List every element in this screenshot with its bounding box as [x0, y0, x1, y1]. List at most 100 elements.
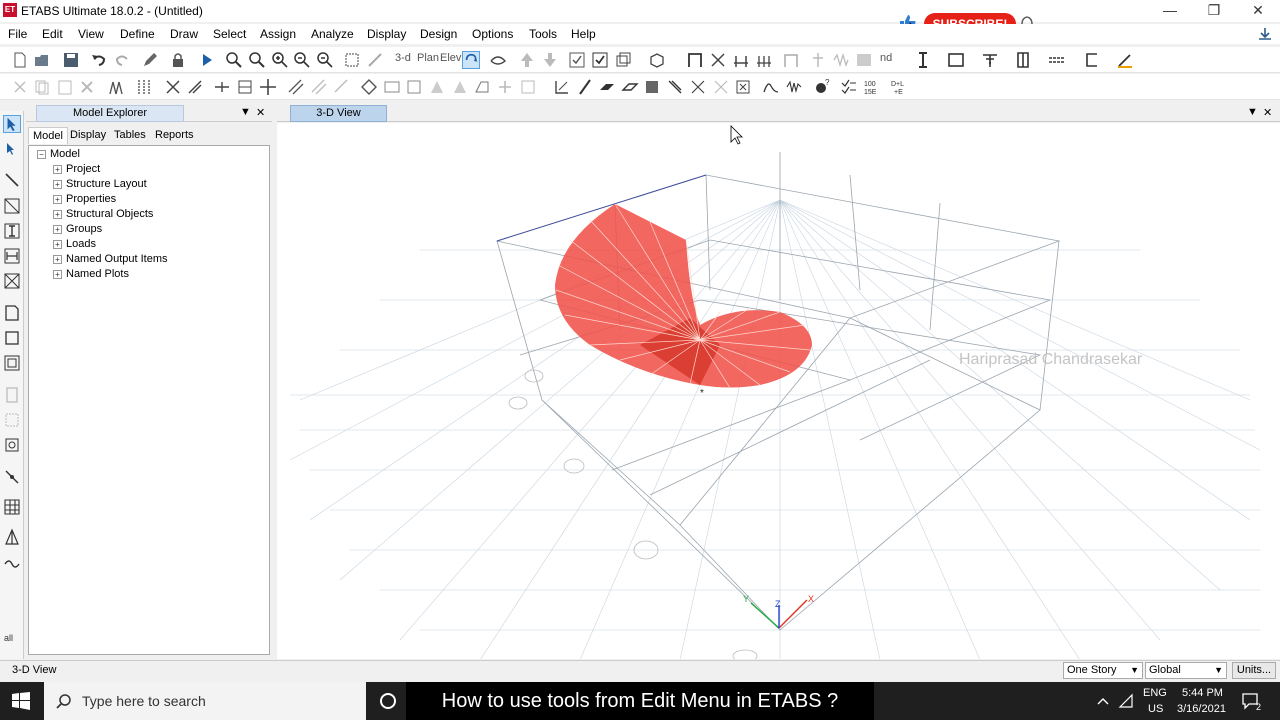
expand-icon[interactable]: +	[53, 209, 62, 219]
draw-wall-left-icon[interactable]	[3, 386, 21, 404]
extrude-areas-icon[interactable]	[333, 78, 351, 96]
expand-icon[interactable]: +	[53, 194, 62, 204]
draw-frame-left-icon[interactable]	[3, 197, 21, 215]
model-canvas[interactable]: * Y X Z	[277, 123, 1280, 659]
expand-area-icon[interactable]	[405, 78, 423, 96]
draw-rect-floor-icon[interactable]	[3, 329, 21, 347]
assign-brace-icon[interactable]	[666, 78, 684, 96]
draw-spring-icon[interactable]	[832, 51, 850, 69]
zoom-in-icon[interactable]	[271, 51, 289, 69]
tree-root-model[interactable]: − Model	[37, 148, 80, 160]
copy-icon[interactable]	[33, 78, 51, 96]
design-plus-icon[interactable]: D+L+E	[890, 78, 908, 96]
draw-column-icon[interactable]	[914, 51, 932, 69]
menu-assign[interactable]: Assign	[260, 27, 296, 41]
new-model-icon[interactable]	[11, 51, 29, 69]
language-top[interactable]: ENG	[1143, 687, 1167, 699]
add-point-icon[interactable]	[496, 78, 514, 96]
menu-view[interactable]: View	[78, 27, 104, 41]
move-icon[interactable]	[259, 78, 277, 96]
set-display-icon[interactable]	[568, 51, 586, 69]
draw-link-icon[interactable]	[809, 51, 827, 69]
menu-file[interactable]: File	[8, 27, 27, 41]
join-frames-icon[interactable]	[186, 78, 204, 96]
draw-beam-icon[interactable]	[732, 51, 750, 69]
time-history-icon[interactable]	[785, 78, 803, 96]
minimize-button[interactable]: —	[1148, 0, 1192, 22]
extrude-frames-icon[interactable]	[310, 78, 328, 96]
draw-link-left-icon[interactable]	[3, 468, 21, 486]
view-pin-icon[interactable]: ▼	[1247, 106, 1258, 118]
paste-icon[interactable]	[56, 78, 74, 96]
zoom-window-icon[interactable]	[225, 51, 243, 69]
tree-item-loads[interactable]: + Loads	[53, 238, 96, 250]
divide-frames-icon[interactable]	[164, 78, 182, 96]
tray-chevron-up-icon[interactable]	[1096, 695, 1110, 707]
draw-opening-icon[interactable]	[981, 51, 999, 69]
tab-reports[interactable]: Reports	[151, 127, 198, 144]
show-checkbox-icon[interactable]	[591, 51, 609, 69]
extrude-points-icon[interactable]	[287, 78, 305, 96]
lock-icon[interactable]	[169, 51, 187, 69]
delete-icon[interactable]	[78, 78, 96, 96]
save-icon[interactable]	[62, 51, 80, 69]
tree-item-properties[interactable]: + Properties	[53, 193, 116, 205]
draw-grid-icon[interactable]	[3, 498, 21, 516]
menu-analyze[interactable]: Analyze	[311, 27, 354, 41]
assign-section-icon[interactable]	[553, 78, 571, 96]
perspective-icon[interactable]	[489, 51, 507, 69]
tab-display[interactable]: Display	[66, 127, 110, 144]
draw-frame-icon[interactable]	[686, 51, 704, 69]
move-down-icon[interactable]	[541, 51, 559, 69]
language-bottom[interactable]: US	[1148, 703, 1163, 715]
menu-define[interactable]: Define	[120, 27, 155, 41]
draw-floor-left-icon[interactable]	[3, 304, 21, 322]
expand-icon[interactable]: +	[53, 224, 62, 234]
draw-beam-left-icon[interactable]	[3, 247, 21, 265]
tree-item-project[interactable]: + Project	[53, 163, 100, 175]
draw-tendon-icon[interactable]	[3, 528, 21, 546]
assign-release-icon[interactable]	[576, 78, 594, 96]
auto-select-icon[interactable]	[840, 78, 858, 96]
expand-icon[interactable]: +	[53, 269, 62, 279]
rubber-band-zoom-icon[interactable]	[366, 51, 384, 69]
reshaper-icon[interactable]	[3, 141, 21, 159]
expand-icon[interactable]: +	[53, 254, 62, 264]
tab-3d-view[interactable]: 3-D View	[290, 105, 387, 122]
assign-restraint-icon[interactable]	[689, 78, 707, 96]
draw-brace-icon[interactable]	[709, 51, 727, 69]
rotate-3d-icon[interactable]	[462, 51, 480, 69]
merge-points-icon[interactable]	[236, 78, 254, 96]
redo-icon[interactable]	[113, 51, 131, 69]
explorer-pin-icon[interactable]: ▼	[240, 106, 251, 118]
draw-secondary-beam-icon[interactable]	[755, 51, 773, 69]
menu-display[interactable]: Display	[367, 27, 406, 41]
tab-model[interactable]: Model	[28, 127, 68, 144]
zoom-restore-icon[interactable]	[248, 51, 266, 69]
chamfer-icon[interactable]	[428, 78, 446, 96]
explorer-close-icon[interactable]: ✕	[256, 106, 265, 119]
windows-start-icon[interactable]	[12, 692, 30, 710]
merge-areas-icon[interactable]	[451, 78, 469, 96]
assign-deck-icon[interactable]	[621, 78, 639, 96]
align-points-icon[interactable]	[213, 78, 231, 96]
area-edit-icon[interactable]	[383, 78, 401, 96]
draw-wall-opening-icon[interactable]	[3, 411, 21, 429]
menu-options[interactable]: Options	[472, 27, 513, 41]
tree-item-named-plots[interactable]: + Named Plots	[53, 268, 129, 280]
expand-icon[interactable]: +	[53, 164, 62, 174]
draw-quick-floor-icon[interactable]	[3, 354, 21, 372]
draw-brace-left-icon[interactable]	[3, 272, 21, 290]
zoom-out-icon[interactable]	[293, 51, 311, 69]
section-designer-icon[interactable]: ?	[813, 78, 831, 96]
view-close-icon[interactable]: ✕	[1263, 106, 1272, 119]
assign-load-icon[interactable]	[734, 78, 752, 96]
replicate-icon[interactable]	[107, 78, 125, 96]
cut-icon[interactable]	[11, 78, 29, 96]
pointer-icon[interactable]	[3, 115, 21, 133]
undo-icon[interactable]	[90, 51, 108, 69]
tree-item-groups[interactable]: + Groups	[53, 223, 102, 235]
clock-date[interactable]: 3/16/2021	[1177, 703, 1226, 715]
expand-icon[interactable]: +	[53, 179, 62, 189]
draw-quick-wall-icon[interactable]	[3, 436, 21, 454]
